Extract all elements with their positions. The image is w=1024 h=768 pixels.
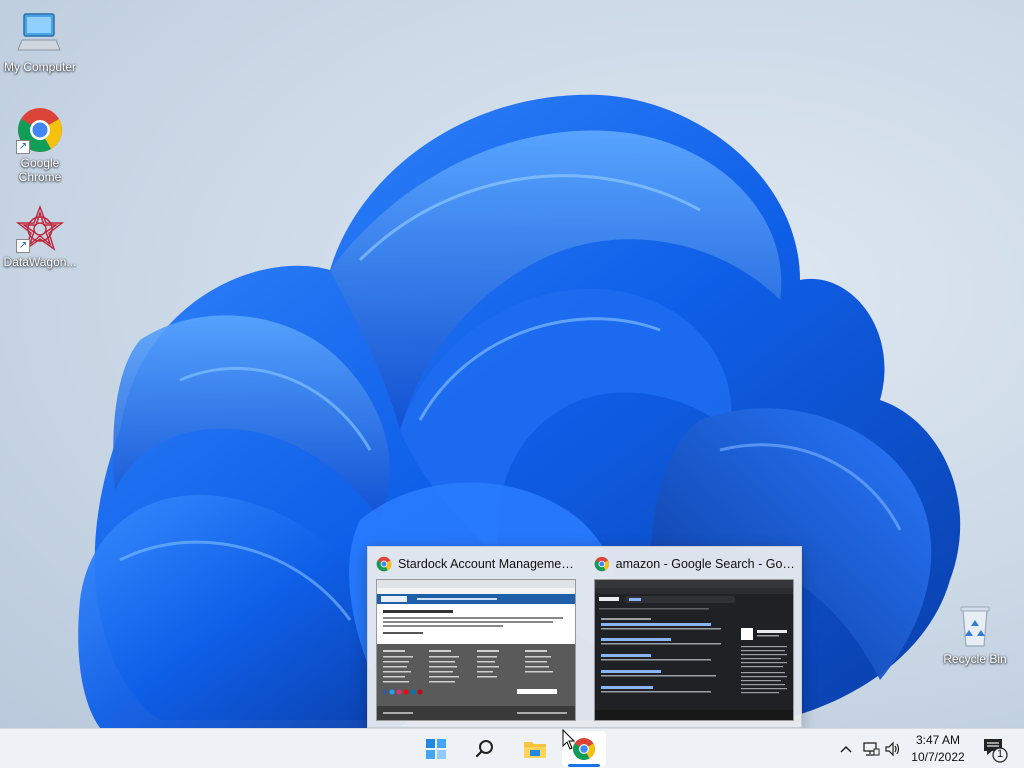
desktop-icon-my-computer[interactable]: My Computer <box>0 10 80 74</box>
thumbnail-title: Stardock Account Managemen... <box>376 555 578 573</box>
start-button[interactable] <box>414 731 458 767</box>
shortcut-arrow-icon: ↗ <box>16 239 30 253</box>
thumbnail-preview-amazon-search <box>594 579 794 721</box>
thumbnail-title: amazon - Google Search - Goo... <box>594 555 796 573</box>
chrome-icon <box>376 556 392 572</box>
thumbnail-preview-stardock <box>376 579 576 721</box>
file-explorer-button[interactable] <box>513 731 557 767</box>
windows-start-icon <box>426 739 446 759</box>
clock-time: 3:47 AM <box>915 733 961 747</box>
desktop-icon-recycle-bin[interactable]: Recycle Bin <box>935 602 1015 666</box>
taskbar-clock[interactable]: 3:47 AM 10/7/2022 <box>900 731 976 767</box>
desktop-icon-label: Recycle Bin <box>943 652 1007 666</box>
taskbar: 3:47 AM 10/7/2022 1 <box>0 728 1024 768</box>
window-thumbnail-stardock[interactable]: Stardock Account Managemen... <box>368 547 584 727</box>
search-icon <box>475 740 493 758</box>
chevron-up-icon <box>840 745 852 753</box>
notification-count-badge: 1 <box>996 748 1004 760</box>
desktop-icon-label: My Computer <box>3 60 77 74</box>
search-button[interactable] <box>463 731 507 767</box>
window-thumbnail-amazon-search[interactable]: amazon - Google Search - Goo... <box>586 547 802 727</box>
clock-date: 10/7/2022 <box>911 750 965 764</box>
notification-center-button[interactable]: 1 <box>978 733 1010 765</box>
shortcut-arrow-icon: ↗ <box>16 140 30 154</box>
computer-icon <box>16 10 64 58</box>
taskbar-thumbnail-popup: Stardock Account Managemen... amazon - G… <box>367 546 802 728</box>
network-icon <box>863 742 880 756</box>
desktop-icon-label: DataWagon... <box>3 255 77 269</box>
show-hidden-icons-button[interactable] <box>836 729 856 768</box>
mouse-cursor-icon <box>562 729 576 750</box>
desktop-icon-datawagon[interactable]: ↗ DataWagon... <box>0 205 80 269</box>
network-status-button[interactable] <box>860 729 882 768</box>
chrome-icon: ↗ <box>16 106 64 154</box>
folder-icon <box>524 742 546 758</box>
desktop-icon-label: Google Chrome <box>18 156 62 184</box>
desktop-icon-google-chrome[interactable]: ↗ Google Chrome <box>0 106 80 184</box>
chrome-icon <box>594 556 610 572</box>
recycle-bin-icon <box>951 602 999 650</box>
datawagon-icon: ↗ <box>15 205 65 253</box>
